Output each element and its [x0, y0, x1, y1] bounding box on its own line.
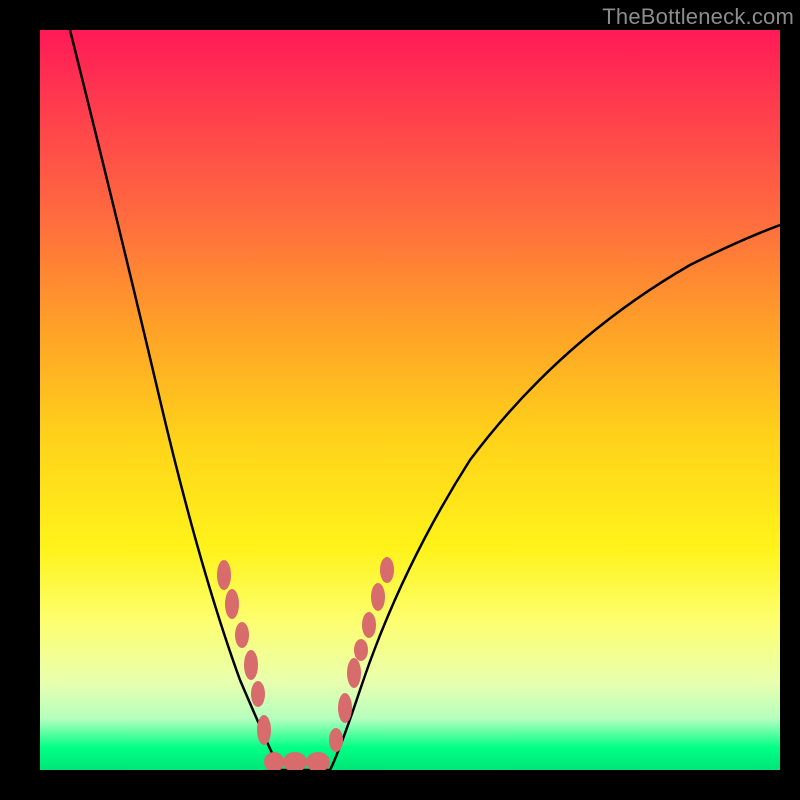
marker [354, 639, 368, 661]
marker [306, 752, 330, 770]
marker [329, 728, 343, 752]
curve-right [330, 225, 780, 770]
marker [217, 560, 231, 590]
chart-svg [40, 30, 780, 770]
marker [371, 583, 385, 611]
marker [244, 650, 258, 680]
marker [225, 589, 239, 619]
marker [347, 658, 361, 688]
marker [283, 752, 307, 770]
marker [257, 715, 271, 745]
marker [380, 557, 394, 583]
marker [338, 693, 352, 723]
markers-group [217, 557, 394, 770]
marker [251, 681, 265, 707]
plot-area [40, 30, 780, 770]
marker [362, 612, 376, 638]
marker [235, 622, 249, 648]
marker [264, 752, 284, 770]
chart-frame: TheBottleneck.com [0, 0, 800, 800]
watermark-text: TheBottleneck.com [602, 4, 794, 30]
